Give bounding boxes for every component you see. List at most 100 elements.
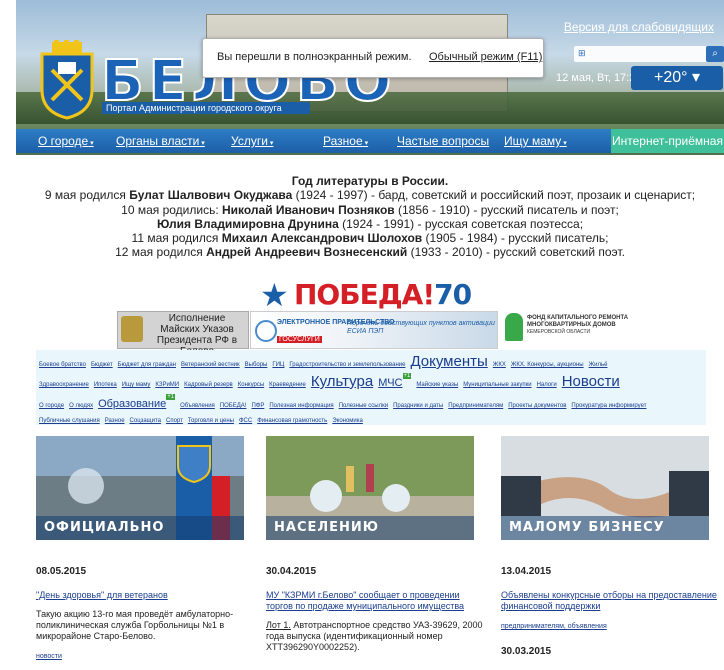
tag-cloud: Боевое братство Бюджет Бюджет для граждан В… <box>36 350 706 425</box>
tag-link[interactable]: Бюджет <box>91 362 113 368</box>
tag-link-culture[interactable]: Культура <box>311 373 373 390</box>
exit-fullscreen-link[interactable]: Обычный режим (F11) <box>429 51 542 63</box>
literature-line: 12 мая родился Андрей Андреевич Вознесен… <box>115 245 625 260</box>
sitemap-icon[interactable]: ⊞ <box>578 48 586 59</box>
nav-item-find-mom[interactable]: Ищу маму ▾ <box>504 134 567 148</box>
tag-link[interactable]: Ветеранский вестник <box>181 362 240 368</box>
tag-link[interactable]: ГИЦ <box>272 362 284 368</box>
literature-line: 9 мая родился Булат Шалвович Окуджава (1… <box>44 188 696 203</box>
nav-item-faq[interactable]: Частые вопросы <box>397 134 489 148</box>
tag-link[interactable]: Соцзащита <box>130 418 161 424</box>
literature-line: 11 мая родился Михаил Александрович Шоло… <box>131 231 609 246</box>
tag-link[interactable]: ЖКХ. Конкурсы, аукционы <box>511 362 584 368</box>
section-card-label: МАЛОМУ БИЗНЕСУ <box>501 516 709 540</box>
news-title-link[interactable]: Объявлены конкурсные отборы на предостав… <box>501 590 719 612</box>
egov-banner[interactable]: ЭЛЕКТРОННОЕ ПРАВИТЕЛЬСТВО ГОСУСЛУГИ Пере… <box>250 311 498 349</box>
tag-link[interactable]: Спорт <box>166 418 183 424</box>
literature-line: Юлия Владимировна Друнина (1924 - 1991) … <box>156 216 584 231</box>
new-count-badge: +1 <box>166 394 176 400</box>
tag-link[interactable]: Праздники и даты <box>393 403 443 409</box>
tag-link[interactable]: Бюджет для граждан <box>118 362 176 368</box>
section-card-official[interactable]: ОФИЦИАЛЬНО <box>36 436 244 540</box>
site-logo-subtitle: Портал Администрации городского округа <box>102 102 310 114</box>
tag-link[interactable]: Здравоохранение <box>39 382 89 388</box>
dropdown-arrow-icon: ▾ <box>267 140 274 147</box>
tag-link[interactable]: Краеведение <box>269 382 306 388</box>
repair-fund-text: ФОНД КАПИТАЛЬНОГО РЕМОНТА МНОГОКВАРТИРНЫ… <box>527 315 629 335</box>
tag-link[interactable]: Прокуратура информирует <box>571 403 646 409</box>
tag-link-news[interactable]: Новости <box>562 373 620 390</box>
tag-link-documents[interactable]: Документы <box>410 353 487 370</box>
tag-link[interactable]: Ипотека <box>94 382 117 388</box>
fullscreen-notice: Вы перешли в полноэкранный режим. Обычны… <box>202 38 544 78</box>
news-date: 13.04.2015 <box>501 566 552 577</box>
egov-logo-icon <box>255 320 277 342</box>
emblem-icon <box>121 316 143 342</box>
section-card-small-business[interactable]: МАЛОМУ БИЗНЕСУ <box>501 436 709 540</box>
tag-link[interactable]: Финансовая грамотность <box>257 418 327 424</box>
main-nav: О городе ▾ Органы власти ▾ Услуги ▾ Разн… <box>16 129 724 153</box>
tag-link[interactable]: ФСС <box>239 418 252 424</box>
tag-row: Здравоохранение Ипотека Ищу маму КЗРиМИ Кадр… <box>39 373 625 391</box>
tag-link[interactable]: Экономика <box>332 418 363 424</box>
tag-link[interactable]: Ищу маму <box>122 382 151 388</box>
section-card-label: ОФИЦИАЛЬНО <box>36 516 244 540</box>
section-card-label: НАСЕЛЕНИЮ <box>266 516 474 540</box>
nav-item-authorities[interactable]: Органы власти ▾ <box>116 134 205 148</box>
repair-fund-banner[interactable]: ФОНД КАПИТАЛЬНОГО РЕМОНТА МНОГОКВАРТИРНЫ… <box>503 311 653 347</box>
gosuslugi-badge: ГОСУСЛУГИ <box>277 336 322 343</box>
dropdown-arrow-icon: ▾ <box>362 140 369 147</box>
victory-banner-text: ПОБЕДА! <box>294 278 435 311</box>
literature-title: Год литературы в России. <box>291 174 449 188</box>
dropdown-arrow-icon: ▾ <box>561 140 567 147</box>
tag-link[interactable]: Торговля и цены <box>188 418 234 424</box>
leaf-logo-icon <box>505 313 523 341</box>
tag-link[interactable]: ЖКХ <box>493 362 506 368</box>
tag-link[interactable]: Выборы <box>245 362 268 368</box>
tag-link[interactable]: Публичные слушания <box>39 418 100 424</box>
news-title-link[interactable]: "День здоровья" для ветеранов <box>36 590 254 601</box>
victory-70-banner[interactable]: ★ ПОБЕДА!70 ЛЕТ <box>260 277 490 347</box>
tag-link[interactable]: Кадровый резерв <box>184 382 233 388</box>
literature-year-block: Год литературы в России. 9 мая родился Б… <box>16 174 724 260</box>
nav-item-about-city[interactable]: О городе ▾ <box>38 134 94 148</box>
news-column: 30.04.2015 МУ "КЗРМИ г.Белово" сообщает … <box>266 566 484 661</box>
section-card-residents[interactable]: НАСЕЛЕНИЮ <box>266 436 474 540</box>
tag-link[interactable]: Боевое братство <box>39 362 86 368</box>
new-count-badge: +1 <box>402 373 412 379</box>
tag-link[interactable]: Конкурсы <box>238 382 264 388</box>
literature-line: 10 мая родились: Николай Иванович Позняк… <box>121 202 619 217</box>
tag-link[interactable]: Градостроительство и землепользование <box>289 362 405 368</box>
tag-link[interactable]: Налоги <box>537 382 557 388</box>
nav-internet-reception[interactable]: Интернет-приёмная <box>611 129 724 153</box>
tag-row: Боевое братство Бюджет Бюджет для граждан В… <box>39 353 612 371</box>
news-body: Лот 1. Автотранспортное средство УАЗ-396… <box>266 620 483 652</box>
search-input[interactable] <box>592 47 706 62</box>
tag-link[interactable]: Предпринимателям <box>448 403 503 409</box>
current-datetime: 12 мая, Вт, 17:27 <box>556 72 642 84</box>
tag-link[interactable]: Жильё <box>589 362 608 368</box>
dropdown-arrow-icon: ▾ <box>88 140 94 147</box>
tag-link[interactable]: Майские указы <box>416 382 458 388</box>
may-decrees-banner[interactable]: Исполнение Майских Указов Президента РФ … <box>117 311 249 357</box>
tag-row: Публичные слушания Разное Соцзащита Спорт То… <box>39 409 368 427</box>
news-date: 30.04.2015 <box>266 566 317 577</box>
weather-widget[interactable]: +20° ▾ <box>631 66 723 90</box>
tag-link[interactable]: Проекты документов <box>508 403 566 409</box>
low-vision-version-link[interactable]: Версия для слабовидящих <box>564 20 714 34</box>
tag-link[interactable]: Муниципальные закупки <box>463 382 531 388</box>
tag-link-mchs[interactable]: МЧС+1 <box>378 373 412 389</box>
news-title-link[interactable]: МУ "КЗРМИ г.Белово" сообщает о проведени… <box>266 590 484 612</box>
news-column: 13.04.2015 Объявлены конкурсные отборы н… <box>501 566 719 670</box>
news-body: Такую акцию 13-го мая проведёт амбулатор… <box>36 609 234 641</box>
star-icon: ★ <box>260 277 289 313</box>
news-tag-link[interactable]: предпринимателям, объявления <box>501 623 607 630</box>
city-crest-logo[interactable] <box>38 40 96 120</box>
search-button[interactable]: ⌕ <box>706 46 724 62</box>
tag-link[interactable]: Разное <box>105 418 125 424</box>
nav-item-services[interactable]: Услуги ▾ <box>231 134 273 148</box>
search-box: ⊞ ⌕ <box>574 46 724 62</box>
dropdown-arrow-icon: ▾ <box>199 140 205 147</box>
tag-link[interactable]: КЗРиМИ <box>155 382 179 388</box>
nav-item-misc[interactable]: Разное ▾ <box>323 134 368 148</box>
